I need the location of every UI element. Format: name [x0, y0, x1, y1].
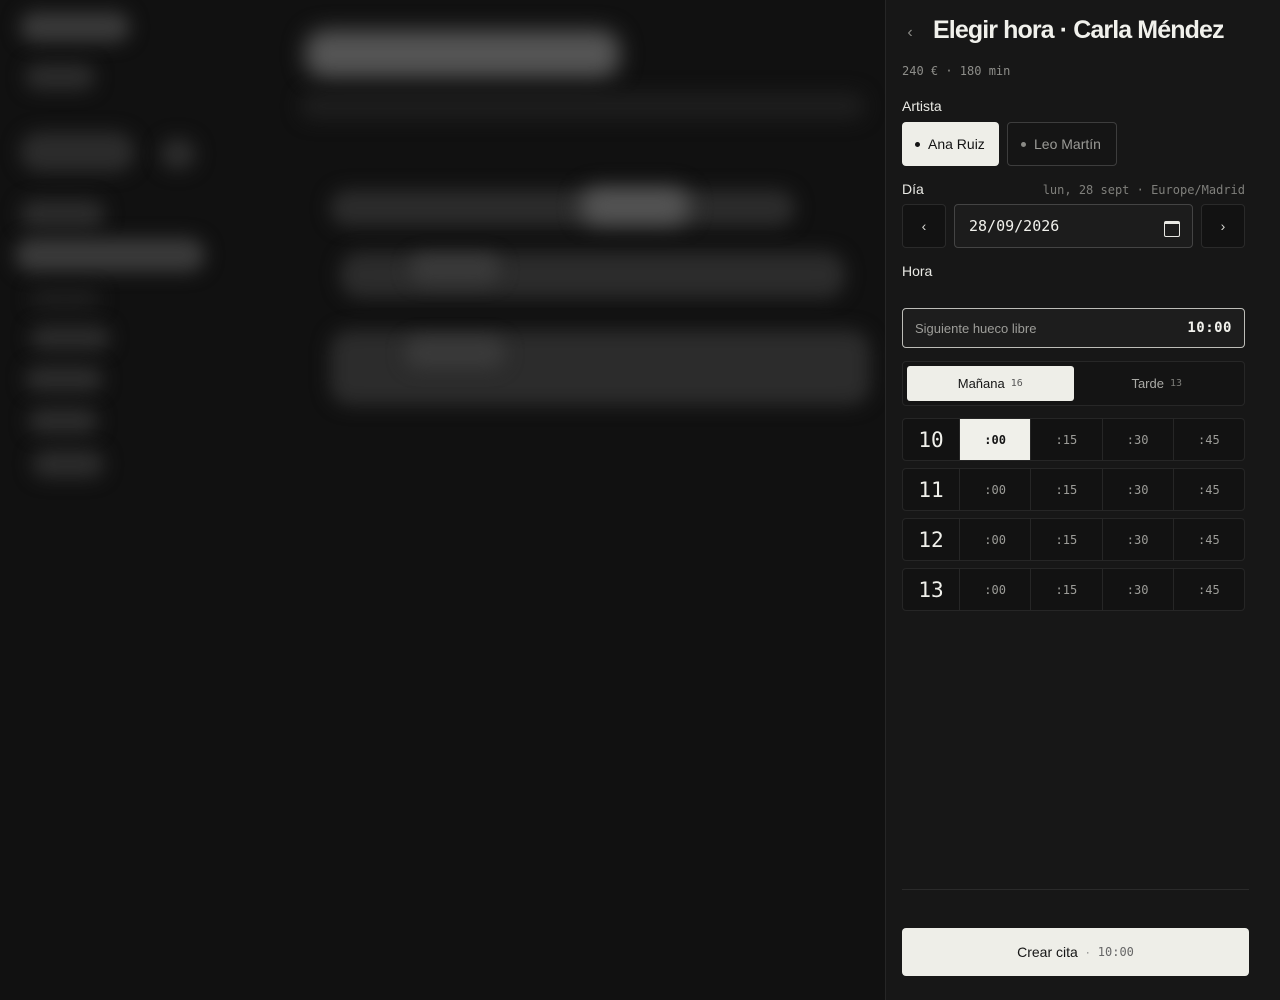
time-slot[interactable]: :15 — [1031, 469, 1103, 510]
panel-subtitle: 240 € · 180 min — [902, 64, 1011, 78]
create-button-time: 10:00 — [1097, 945, 1134, 959]
hour-label-11: 11 — [903, 469, 960, 510]
calendar-icon[interactable] — [1164, 219, 1180, 237]
hour-row-11: 11 :00 :15 :30 :45 — [902, 468, 1245, 511]
time-slot[interactable]: :15 — [1031, 569, 1103, 610]
artist-label: Artista — [902, 98, 942, 114]
chevron-left-icon: ‹ — [907, 24, 913, 41]
hour-row-12: 12 :00 :15 :30 :45 — [902, 518, 1245, 561]
tab-count: 16 — [1010, 378, 1023, 389]
hour-row-10: 10 :00 :15 :30 :45 — [902, 418, 1245, 461]
hour-row-13: 13 :00 :15 :30 :45 — [902, 568, 1245, 611]
date-input[interactable]: 28/09/2026 — [954, 204, 1193, 248]
prev-day-button[interactable]: ‹ — [902, 204, 946, 248]
artist-option-leo-martin[interactable]: Leo Martín — [1007, 122, 1117, 166]
footer-divider — [902, 889, 1249, 890]
time-slot[interactable]: :00 — [960, 419, 1032, 460]
time-slot[interactable]: :45 — [1174, 469, 1244, 510]
time-slot[interactable]: :00 — [960, 469, 1032, 510]
tab-count: 13 — [1169, 378, 1183, 389]
time-slot[interactable]: :45 — [1174, 519, 1244, 560]
hour-label: Hora — [902, 263, 933, 279]
create-button-label: Crear cita — [1017, 944, 1078, 960]
day-label: Día — [902, 181, 924, 197]
artist-option-ana-ruiz[interactable]: Ana Ruiz — [902, 122, 999, 166]
dot-icon — [1021, 141, 1026, 147]
time-slot[interactable]: :45 — [1174, 419, 1244, 460]
hour-label-13: 13 — [903, 569, 960, 610]
panel-title: Elegir hora · Carla Méndez — [933, 16, 1224, 44]
back-button[interactable]: ‹ — [899, 22, 921, 44]
tab-label: Mañana — [957, 376, 1005, 391]
time-slot[interactable]: :30 — [1103, 419, 1174, 460]
period-tabs: Mañana 16 Tarde 13 — [902, 361, 1245, 406]
time-slot[interactable]: :00 — [960, 519, 1032, 560]
tab-manana[interactable]: Mañana 16 — [907, 366, 1074, 401]
dot-icon — [915, 141, 920, 147]
create-appointment-button[interactable]: Crear cita · 10:00 — [902, 928, 1249, 976]
time-slot[interactable]: :30 — [1103, 569, 1174, 610]
artist-option-label: Leo Martín — [1034, 136, 1101, 152]
next-free-slot-label: Siguiente hueco libre — [915, 320, 1037, 336]
artist-option-label: Ana Ruiz — [928, 136, 985, 152]
time-slot[interactable]: :45 — [1174, 569, 1244, 610]
time-slot[interactable]: :15 — [1031, 519, 1103, 560]
hour-label-10: 10 — [903, 419, 960, 460]
chevron-right-icon: › — [1220, 218, 1226, 234]
next-free-slot-button[interactable]: Siguiente hueco libre 10:00 — [902, 308, 1245, 348]
time-slot[interactable]: :30 — [1103, 469, 1174, 510]
tab-tarde[interactable]: Tarde 13 — [1074, 366, 1241, 401]
chevron-left-icon: ‹ — [921, 218, 927, 234]
time-slot[interactable]: :30 — [1103, 519, 1174, 560]
date-value: 28/09/2026 — [969, 217, 1060, 235]
next-free-slot-time: 10:00 — [1187, 320, 1232, 336]
next-day-button[interactable]: › — [1201, 204, 1245, 248]
time-slot[interactable]: :15 — [1031, 419, 1103, 460]
create-button-separator: · — [1085, 945, 1090, 959]
day-meta: lun, 28 sept · Europe/Madrid — [1042, 183, 1245, 197]
tab-label: Tarde — [1131, 376, 1164, 391]
time-slot[interactable]: :00 — [960, 569, 1032, 610]
hour-label-12: 12 — [903, 519, 960, 560]
blurred-background-app — [0, 0, 885, 1000]
